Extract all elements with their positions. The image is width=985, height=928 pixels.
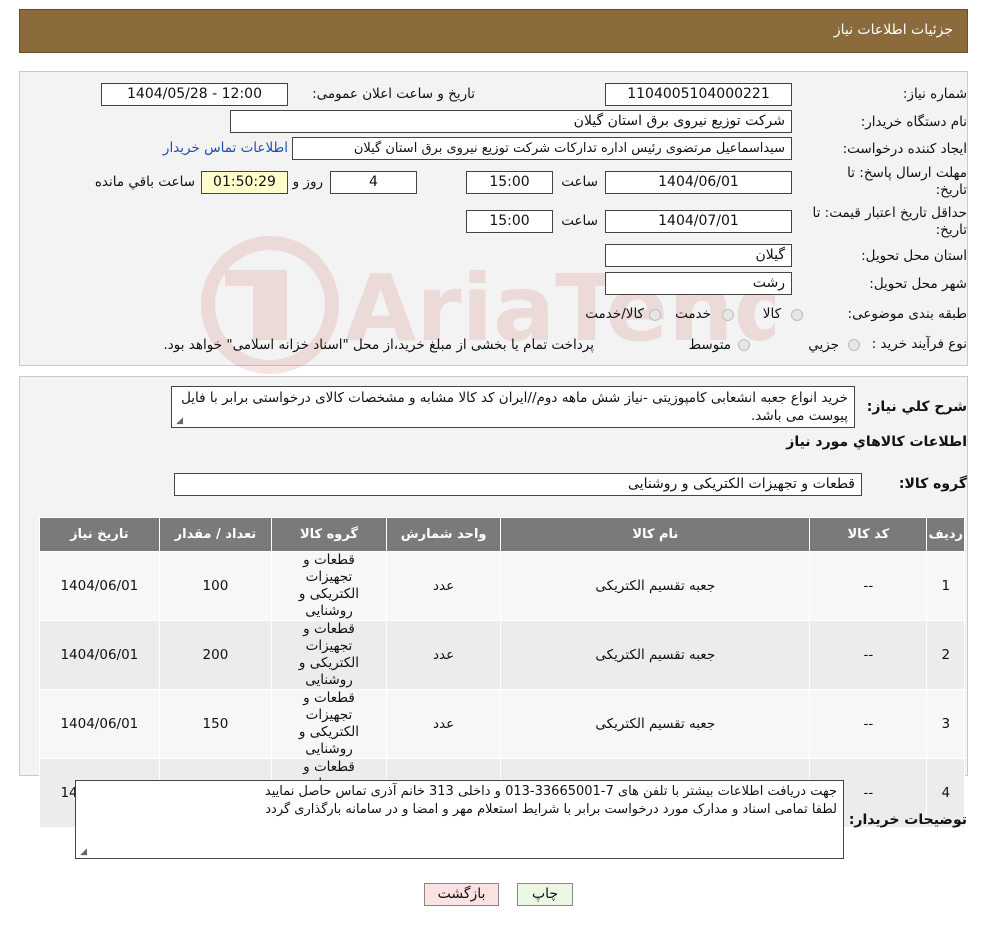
table-row: 1 -- جعبه تقسیم الکتریکی عدد قطعات و تجه… bbox=[39, 551, 965, 621]
buyer-notes-field: جهت دریافت اطلاعات بیشتر با تلفن های 7-3… bbox=[75, 780, 844, 859]
deadline-date-field: 1404/06/01 bbox=[605, 171, 792, 194]
category-option-goods: کالا bbox=[762, 306, 781, 322]
description-text: خرید انواع جعبه انشعابی کامپوزیتی -نیاز … bbox=[181, 390, 848, 424]
table-header-row: ردیف کد کالا نام کالا واحد شمارش گروه کا… bbox=[39, 517, 965, 552]
print-button[interactable]: چاپ bbox=[517, 883, 573, 906]
validity-label: حداقل تاریخ اعتبار قیمت: تا تاریخ: bbox=[812, 205, 967, 238]
cell-unit: عدد bbox=[385, 689, 502, 759]
cell-code: -- bbox=[809, 551, 928, 621]
cell-row: 3 bbox=[926, 689, 965, 759]
process-option-medium: متوسط bbox=[688, 337, 731, 353]
cell-code: -- bbox=[809, 620, 928, 690]
cell-name: جعبه تقسیم الکتریکی bbox=[500, 620, 811, 690]
buyer-contact-link[interactable]: اطلاعات تماس خریدار bbox=[163, 140, 288, 156]
cell-date: 1404/06/01 bbox=[39, 551, 160, 621]
validity-time-label: ساعت bbox=[561, 213, 598, 229]
description-field: خرید انواع جعبه انشعابی کامپوزیتی -نیاز … bbox=[171, 386, 855, 428]
cell-unit: عدد bbox=[385, 620, 502, 690]
province-label: استان محل تحویل: bbox=[861, 248, 967, 264]
deadline-label: مهلت ارسال پاسخ: تا تاریخ: bbox=[847, 165, 967, 198]
cell-code: -- bbox=[809, 689, 928, 759]
process-note: پرداخت تمام یا بخشی از مبلغ خرید،از محل … bbox=[163, 337, 594, 353]
city-field: رشت bbox=[605, 272, 792, 295]
announce-field: 1404/05/28 - 12:00 bbox=[101, 83, 288, 106]
buyer-notes-label: توضیحات خریدار: bbox=[848, 812, 967, 828]
process-label: نوع فرآیند خرید : bbox=[871, 336, 967, 352]
process-option-minor: جزیي bbox=[808, 337, 839, 353]
cell-date: 1404/06/01 bbox=[39, 620, 160, 690]
goods-section-title: اطلاعات کالاهاي مورد نياز bbox=[786, 434, 967, 450]
cell-name: جعبه تقسیم الکتریکی bbox=[500, 551, 811, 621]
cell-unit: عدد bbox=[385, 551, 502, 621]
table-row: 2 -- جعبه تقسیم الکتریکی عدد قطعات و تجه… bbox=[39, 620, 965, 690]
creator-label: ایجاد کننده درخواست: bbox=[842, 141, 967, 157]
goods-group-field: قطعات و تجهیزات الکتریکی و روشنایی bbox=[174, 473, 862, 496]
category-option-goods-service: کالا/خدمت bbox=[585, 306, 644, 322]
cell-row: 1 bbox=[926, 551, 965, 621]
validity-date-field: 1404/07/01 bbox=[605, 210, 792, 233]
remaining-time-field: 01:50:29 bbox=[201, 171, 288, 194]
page-header: جزئیات اطلاعات نیاز bbox=[19, 9, 968, 53]
city-label: شهر محل تحویل: bbox=[869, 276, 967, 292]
need-number-label: شماره نیاز: bbox=[902, 86, 967, 102]
page-title: جزئیات اطلاعات نیاز bbox=[833, 22, 953, 38]
buyer-org-field: شرکت توزیع نیروی برق استان گیلان bbox=[230, 110, 792, 133]
validity-time-field: 15:00 bbox=[466, 210, 553, 233]
creator-field: سیداسماعیل مرتضوی رئیس اداره تدارکات شرک… bbox=[292, 137, 792, 160]
col-header-code: کد کالا bbox=[809, 517, 928, 552]
category-radio-service[interactable] bbox=[722, 309, 734, 321]
col-header-name: نام کالا bbox=[500, 517, 811, 552]
process-radio-minor[interactable] bbox=[848, 339, 860, 351]
col-header-date: تاریخ نیاز bbox=[39, 517, 160, 552]
buyer-notes-line-2: لطفا تمامی اسناد و مدارک مورد درخواست بر… bbox=[265, 802, 837, 817]
col-header-unit: واحد شمارش bbox=[385, 517, 502, 552]
category-radio-goods-service[interactable] bbox=[649, 309, 661, 321]
category-option-service: خدمت bbox=[675, 306, 711, 322]
cell-group: قطعات و تجهیزات الکتریکی و روشنایی bbox=[271, 551, 387, 621]
description-label: شرح کلي نياز: bbox=[866, 399, 967, 415]
cell-qty: 100 bbox=[158, 551, 273, 621]
goods-group-label: گروه کالا: bbox=[898, 476, 967, 492]
days-label: روز و bbox=[292, 174, 323, 190]
announce-label: تاریخ و ساعت اعلان عمومی: bbox=[312, 86, 475, 102]
days-field: 4 bbox=[330, 171, 417, 194]
remaining-label: ساعت باقي مانده bbox=[94, 174, 195, 190]
col-header-group: گروه کالا bbox=[271, 517, 387, 552]
category-label: طبقه بندی موضوعی: bbox=[847, 306, 967, 322]
cell-qty: 150 bbox=[158, 689, 273, 759]
resize-grip-icon[interactable]: ◢ bbox=[78, 848, 87, 857]
province-field: گیلان bbox=[605, 244, 792, 267]
process-radio-medium[interactable] bbox=[738, 339, 750, 351]
cell-group: قطعات و تجهیزات الکتریکی و روشنایی bbox=[271, 689, 387, 759]
col-header-qty: تعداد / مقدار bbox=[158, 517, 273, 552]
table-row: 3 -- جعبه تقسیم الکتریکی عدد قطعات و تجه… bbox=[39, 689, 965, 759]
deadline-time-label: ساعت bbox=[561, 174, 598, 190]
buyer-notes-line-1: جهت دریافت اطلاعات بیشتر با تلفن های 7-3… bbox=[264, 784, 837, 799]
col-header-row: ردیف bbox=[926, 517, 965, 552]
cell-row: 2 bbox=[926, 620, 965, 690]
resize-grip-icon[interactable]: ◢ bbox=[174, 417, 183, 426]
cell-qty: 200 bbox=[158, 620, 273, 690]
need-number-field: 1104005104000221 bbox=[605, 83, 792, 106]
cell-name: جعبه تقسیم الکتریکی bbox=[500, 689, 811, 759]
cell-group: قطعات و تجهیزات الکتریکی و روشنایی bbox=[271, 620, 387, 690]
category-radio-goods[interactable] bbox=[791, 309, 803, 321]
deadline-time-field: 15:00 bbox=[466, 171, 553, 194]
back-button[interactable]: بازگشت bbox=[424, 883, 499, 906]
cell-date: 1404/06/01 bbox=[39, 689, 160, 759]
buyer-org-label: نام دستگاه خریدار: bbox=[860, 114, 967, 130]
